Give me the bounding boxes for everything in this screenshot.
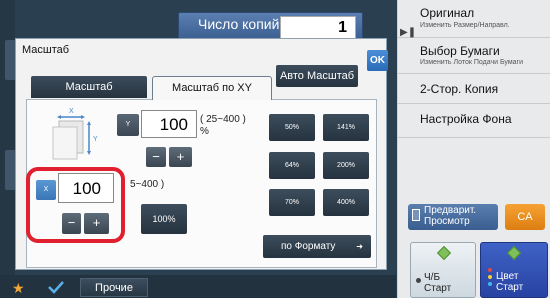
color-start-label: Цвет Старт bbox=[496, 271, 523, 293]
paper-select-item[interactable]: Выбор Бумаги Изменить Лоток Подачи Бумаг… bbox=[398, 38, 550, 74]
tab-scale-xy[interactable]: Масштаб по XY bbox=[152, 76, 272, 100]
dialog-title: Масштаб bbox=[22, 44, 70, 56]
tab-auto-scale[interactable]: Авто Масштаб bbox=[276, 65, 358, 87]
y-scale-input[interactable]: 100 bbox=[141, 110, 197, 138]
y-unit-label: % bbox=[200, 126, 209, 137]
y-minus-button[interactable]: − bbox=[146, 147, 166, 167]
color-dot-icon bbox=[488, 282, 492, 286]
y-axis-badge[interactable]: Y bbox=[117, 114, 139, 136]
preset-141-button[interactable]: 141% bbox=[323, 114, 369, 141]
left-edge-tab bbox=[5, 150, 15, 190]
paper-select-label: Выбор Бумаги bbox=[420, 44, 500, 58]
preset-70-button[interactable]: 70% bbox=[269, 189, 315, 216]
expand-arrow-icon[interactable]: ▶❚ bbox=[400, 27, 416, 38]
duplex-copy-item[interactable]: 2-Стор. Копия bbox=[398, 74, 550, 104]
xy-scale-illustration-icon: X Y bbox=[52, 108, 98, 160]
original-label: Оригинал bbox=[420, 6, 475, 20]
reset-100-button[interactable]: 100% bbox=[141, 204, 187, 234]
y-plus-button[interactable]: + bbox=[169, 147, 192, 167]
color-dot-icon bbox=[488, 268, 492, 272]
check-icon[interactable] bbox=[46, 278, 66, 296]
original-item[interactable]: Оригинал Изменить Размер/Направл. bbox=[398, 0, 550, 38]
copies-label: Число копий bbox=[198, 16, 280, 32]
illustration-y-letter: Y bbox=[93, 136, 98, 143]
by-format-label: по Формату bbox=[281, 241, 336, 252]
by-format-button[interactable]: по Формату ➜ bbox=[263, 235, 371, 258]
tab-scale[interactable]: Масштаб bbox=[31, 76, 147, 98]
ok-button[interactable]: OK bbox=[367, 50, 388, 71]
background-adjust-label: Настройка Фона bbox=[420, 112, 512, 126]
color-start-label-line2: Старт bbox=[496, 282, 524, 293]
left-edge-strip bbox=[0, 0, 15, 275]
star-icon[interactable]: ★ bbox=[12, 280, 25, 297]
paper-select-sublabel: Изменить Лоток Подачи Бумаги bbox=[420, 59, 524, 66]
arrow-right-icon: ➜ bbox=[356, 242, 363, 251]
preset-400-button[interactable]: 400% bbox=[323, 189, 369, 216]
bw-indicator-icon bbox=[416, 278, 421, 283]
bw-start-label-line1: Ч/Б bbox=[424, 272, 441, 283]
preview-label-line1: Предварит. bbox=[424, 205, 477, 216]
original-sublabel: Изменить Размер/Направл. bbox=[420, 22, 510, 29]
color-start-label-line1: Цвет bbox=[496, 271, 519, 282]
color-dot-icon bbox=[488, 275, 492, 279]
preview-label: Предварит. Просмотр bbox=[424, 205, 476, 227]
illustration-x-letter: X bbox=[69, 108, 74, 115]
background-adjust-item[interactable]: Настройка Фона bbox=[398, 104, 550, 138]
left-edge-tab bbox=[5, 40, 15, 80]
copies-input[interactable]: 1 bbox=[280, 16, 356, 40]
y-range-label: ( 25~400 ) bbox=[200, 114, 246, 125]
x-range-label: 5~400 ) bbox=[130, 179, 165, 190]
duplex-copy-label: 2-Стор. Копия bbox=[420, 82, 499, 96]
bw-start-label: Ч/Б Старт bbox=[424, 272, 451, 294]
other-button[interactable]: Прочие bbox=[80, 278, 148, 297]
clear-all-button[interactable]: CA bbox=[505, 204, 545, 230]
bw-start-label-line2: Старт bbox=[424, 283, 452, 294]
preset-50-button[interactable]: 50% bbox=[269, 114, 315, 141]
preset-200-button[interactable]: 200% bbox=[323, 152, 369, 179]
document-icon bbox=[412, 209, 420, 221]
x-controls-highlight bbox=[26, 167, 125, 243]
preset-64-button[interactable]: 64% bbox=[269, 152, 315, 179]
preview-label-line2: Просмотр bbox=[424, 216, 470, 227]
